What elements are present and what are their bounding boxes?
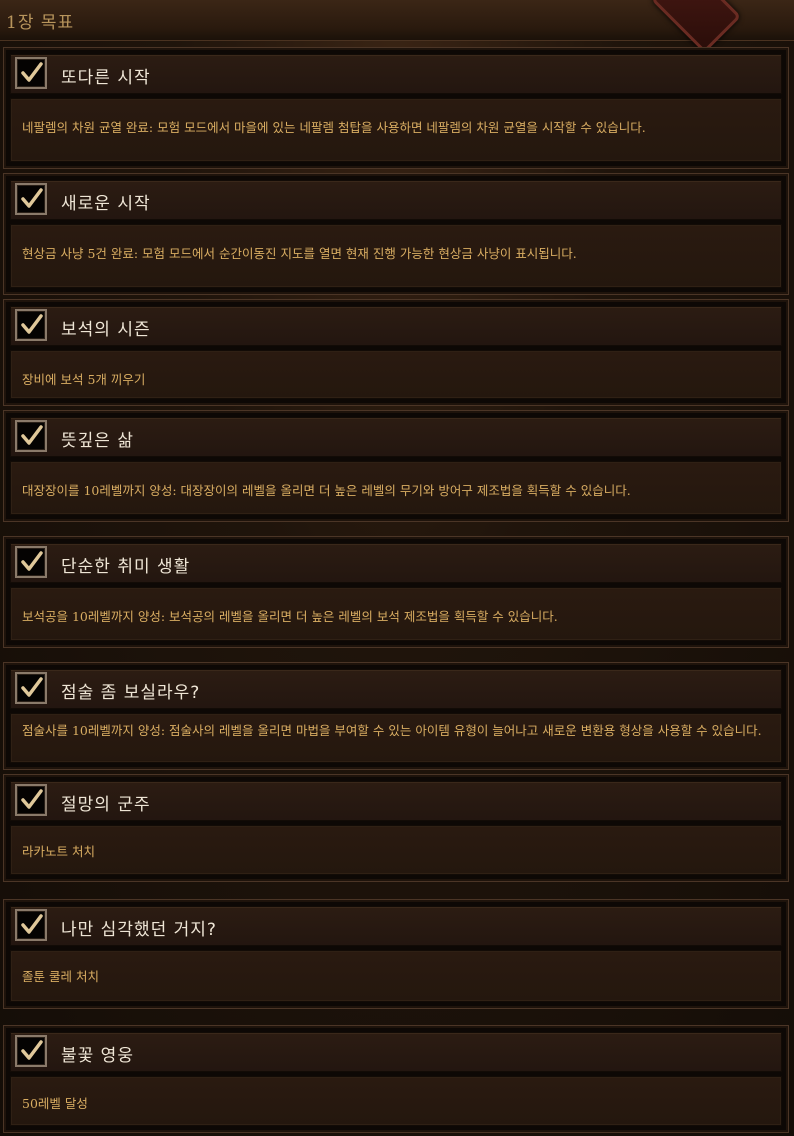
objective-header: 뜻깊은 삶 — [10, 417, 782, 457]
objective-body: 장비에 보석 5개 끼우기 — [10, 350, 782, 399]
objective-title: 절망의 군주 — [61, 795, 151, 815]
check-icon — [21, 314, 43, 334]
objective-body: 보석공을 10레벨까지 양성: 보석공의 레벨을 올리면 더 높은 레벨의 보석… — [10, 587, 782, 641]
objective-header: 또다른 시작 — [10, 54, 782, 94]
objective-description: 점술사를 10레벨까지 양성: 점술사의 레벨을 올리면 마법을 부여할 수 있… — [22, 723, 762, 738]
objective-body: 네팔렘의 차원 균열 완료: 모험 모드에서 마을에 있는 네팔렘 첨탑을 사용… — [10, 98, 782, 162]
objective-description: 라카노트 처치 — [22, 844, 95, 859]
objective-title: 뜻깊은 삶 — [61, 431, 134, 451]
achievement-panel: 1장 목표 또다른 시작 네팔렘의 차원 균열 완료: 모험 모드에서 마을에 … — [0, 0, 794, 1136]
objective-body: 50레벨 달성 — [10, 1076, 782, 1126]
objective-description: 졸툰 쿨레 처치 — [22, 969, 99, 984]
objective-checkbox[interactable] — [15, 784, 47, 816]
objective-item: 단순한 취미 생활 보석공을 10레벨까지 양성: 보석공의 레벨을 올리면 더… — [3, 536, 789, 648]
objective-item: 절망의 군주 라카노트 처치 — [3, 774, 789, 882]
objective-title: 점술 좀 보실라우? — [61, 683, 201, 703]
objective-body: 대장장이를 10레벨까지 양성: 대장장이의 레벨을 올리면 더 높은 레벨의 … — [10, 461, 782, 515]
objective-checkbox[interactable] — [15, 1035, 47, 1067]
objective-item: 보석의 시즌 장비에 보석 5개 끼우기 — [3, 299, 789, 406]
objective-header: 나만 심각했던 거지? — [10, 906, 782, 946]
check-icon — [21, 677, 43, 697]
objective-item: 나만 심각했던 거지? 졸툰 쿨레 처치 — [3, 899, 789, 1009]
objective-body: 점술사를 10레벨까지 양성: 점술사의 레벨을 올리면 마법을 부여할 수 있… — [10, 713, 782, 763]
objective-header: 점술 좀 보실라우? — [10, 669, 782, 709]
objective-description: 50레벨 달성 — [22, 1096, 88, 1111]
objective-checkbox[interactable] — [15, 546, 47, 578]
objective-body: 현상금 사냥 5건 완료: 모험 모드에서 순간이동진 지도를 열면 현재 진행… — [10, 224, 782, 288]
objective-header: 보석의 시즌 — [10, 306, 782, 346]
objective-header: 새로운 시작 — [10, 180, 782, 220]
objective-item: 새로운 시작 현상금 사냥 5건 완료: 모험 모드에서 순간이동진 지도를 열… — [3, 173, 789, 295]
objective-title: 나만 심각했던 거지? — [61, 920, 217, 940]
objective-header: 불꽃 영웅 — [10, 1032, 782, 1072]
objective-title: 또다른 시작 — [61, 68, 151, 88]
objective-checkbox[interactable] — [15, 309, 47, 341]
objective-title: 보석의 시즌 — [61, 320, 151, 340]
objective-item: 또다른 시작 네팔렘의 차원 균열 완료: 모험 모드에서 마을에 있는 네팔렘… — [3, 47, 789, 169]
objective-checkbox[interactable] — [15, 57, 47, 89]
check-icon — [21, 425, 43, 445]
objective-list: 또다른 시작 네팔렘의 차원 균열 완료: 모험 모드에서 마을에 있는 네팔렘… — [0, 40, 794, 1136]
check-icon — [21, 789, 43, 809]
objective-item: 점술 좀 보실라우? 점술사를 10레벨까지 양성: 점술사의 레벨을 올리면 … — [3, 662, 789, 770]
objective-checkbox[interactable] — [15, 909, 47, 941]
objective-description: 현상금 사냥 5건 완료: 모험 모드에서 순간이동진 지도를 열면 현재 진행… — [22, 246, 577, 261]
objective-description: 대장장이를 10레벨까지 양성: 대장장이의 레벨을 올리면 더 높은 레벨의 … — [22, 483, 631, 498]
objective-title: 불꽃 영웅 — [61, 1046, 134, 1066]
objective-header: 절망의 군주 — [10, 781, 782, 821]
objective-title: 단순한 취미 생활 — [61, 557, 191, 577]
objective-body: 라카노트 처치 — [10, 825, 782, 875]
objective-checkbox[interactable] — [15, 183, 47, 215]
objective-item: 불꽃 영웅 50레벨 달성 — [3, 1025, 789, 1133]
objective-item: 뜻깊은 삶 대장장이를 10레벨까지 양성: 대장장이의 레벨을 올리면 더 높… — [3, 410, 789, 522]
objective-checkbox[interactable] — [15, 672, 47, 704]
objective-description: 장비에 보석 5개 끼우기 — [22, 372, 146, 387]
objective-body: 졸툰 쿨레 처치 — [10, 950, 782, 1002]
check-icon — [21, 551, 43, 571]
check-icon — [21, 188, 43, 208]
objective-checkbox[interactable] — [15, 420, 47, 452]
objective-description: 네팔렘의 차원 균열 완료: 모험 모드에서 마을에 있는 네팔렘 첨탑을 사용… — [22, 120, 646, 135]
check-icon — [21, 62, 43, 82]
check-icon — [21, 914, 43, 934]
objective-title: 새로운 시작 — [61, 194, 151, 214]
objective-description: 보석공을 10레벨까지 양성: 보석공의 레벨을 올리면 더 높은 레벨의 보석… — [22, 609, 558, 624]
chapter-title: 1장 목표 — [6, 13, 75, 33]
check-icon — [21, 1040, 43, 1060]
chapter-header: 1장 목표 — [0, 0, 794, 54]
objective-header: 단순한 취미 생활 — [10, 543, 782, 583]
